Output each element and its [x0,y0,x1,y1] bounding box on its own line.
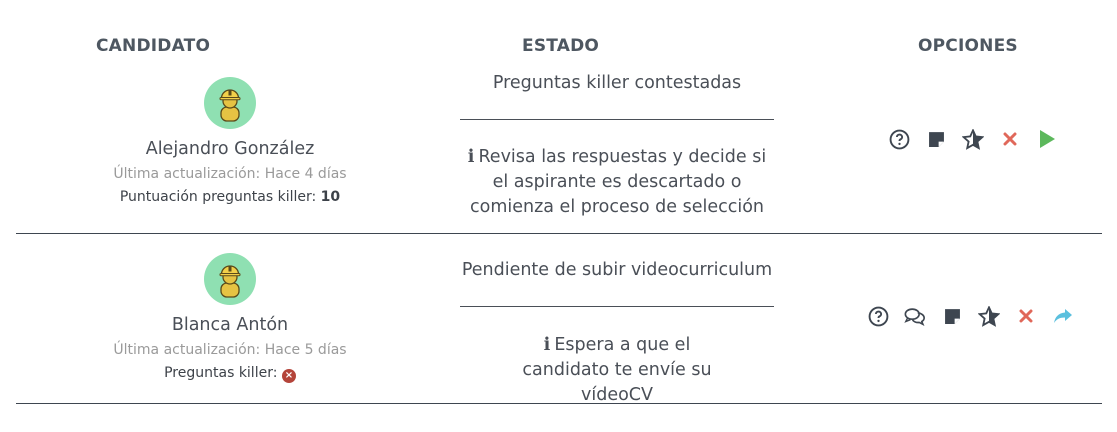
star-icon[interactable] [978,305,1000,327]
last-updated: Última actualización: Hace 4 días [113,166,347,182]
note-icon[interactable] [925,128,947,150]
avatar [204,253,256,305]
play-icon[interactable] [1036,128,1058,150]
note-icon[interactable] [941,305,963,327]
worker-avatar-icon [219,89,241,122]
candidate-cell: Alejandro González Última actualización:… [100,77,360,205]
chat-icon[interactable] [904,305,926,327]
killer-status: Preguntas killer: × [100,365,360,383]
discard-icon[interactable] [999,128,1021,150]
status-divider [460,119,774,120]
status-divider [460,306,774,307]
status-message-text: Revisa las respuestas y decide si el asp… [469,147,767,217]
worker-avatar-icon [219,265,241,298]
candidate-name[interactable]: Alejandro González [100,139,360,159]
help-icon[interactable] [888,128,910,150]
column-header-opciones: OPCIONES [918,36,1018,56]
status-message-text: Espera a que el candidato te envíe su ví… [522,335,712,405]
killer-status-label: Preguntas killer: [164,365,278,381]
error-circle-icon: × [281,369,296,383]
discard-icon[interactable] [1015,305,1037,327]
options-toolbar [867,305,1089,327]
star-icon[interactable] [962,128,984,150]
candidate-name[interactable]: Blanca Antón [100,315,360,335]
status-cell: Preguntas killer contestadas i Revisa las… [450,73,784,220]
row-divider [16,233,1102,234]
column-header-estado: ESTADO [522,36,600,56]
status-message: i Espera a que el candidato te envíe su v… [450,333,784,408]
killer-score: Puntuación preguntas killer: 10 [100,189,360,205]
status-cell: Pendiente de subir videocurriculum i Espe… [450,260,784,408]
help-icon[interactable] [867,305,889,327]
forward-icon[interactable] [1052,305,1074,327]
options-toolbar [888,128,1073,150]
info-icon: i [543,335,551,355]
column-header-candidato: CANDIDATO [96,36,211,56]
status-message: i Revisa las respuestas y decide si el as… [450,145,784,220]
row-divider [16,403,1102,404]
candidate-cell: Blanca Antón Última actualización: Hace … [100,253,360,383]
avatar [204,77,256,129]
info-icon: i [467,147,475,167]
last-updated: Última actualización: Hace 5 días [113,342,347,358]
killer-score-value: 10 [320,189,341,205]
status-title: Preguntas killer contestadas [492,73,742,93]
killer-score-label: Puntuación preguntas killer: [119,189,317,205]
status-title: Pendiente de subir videocurriculum [461,260,773,280]
